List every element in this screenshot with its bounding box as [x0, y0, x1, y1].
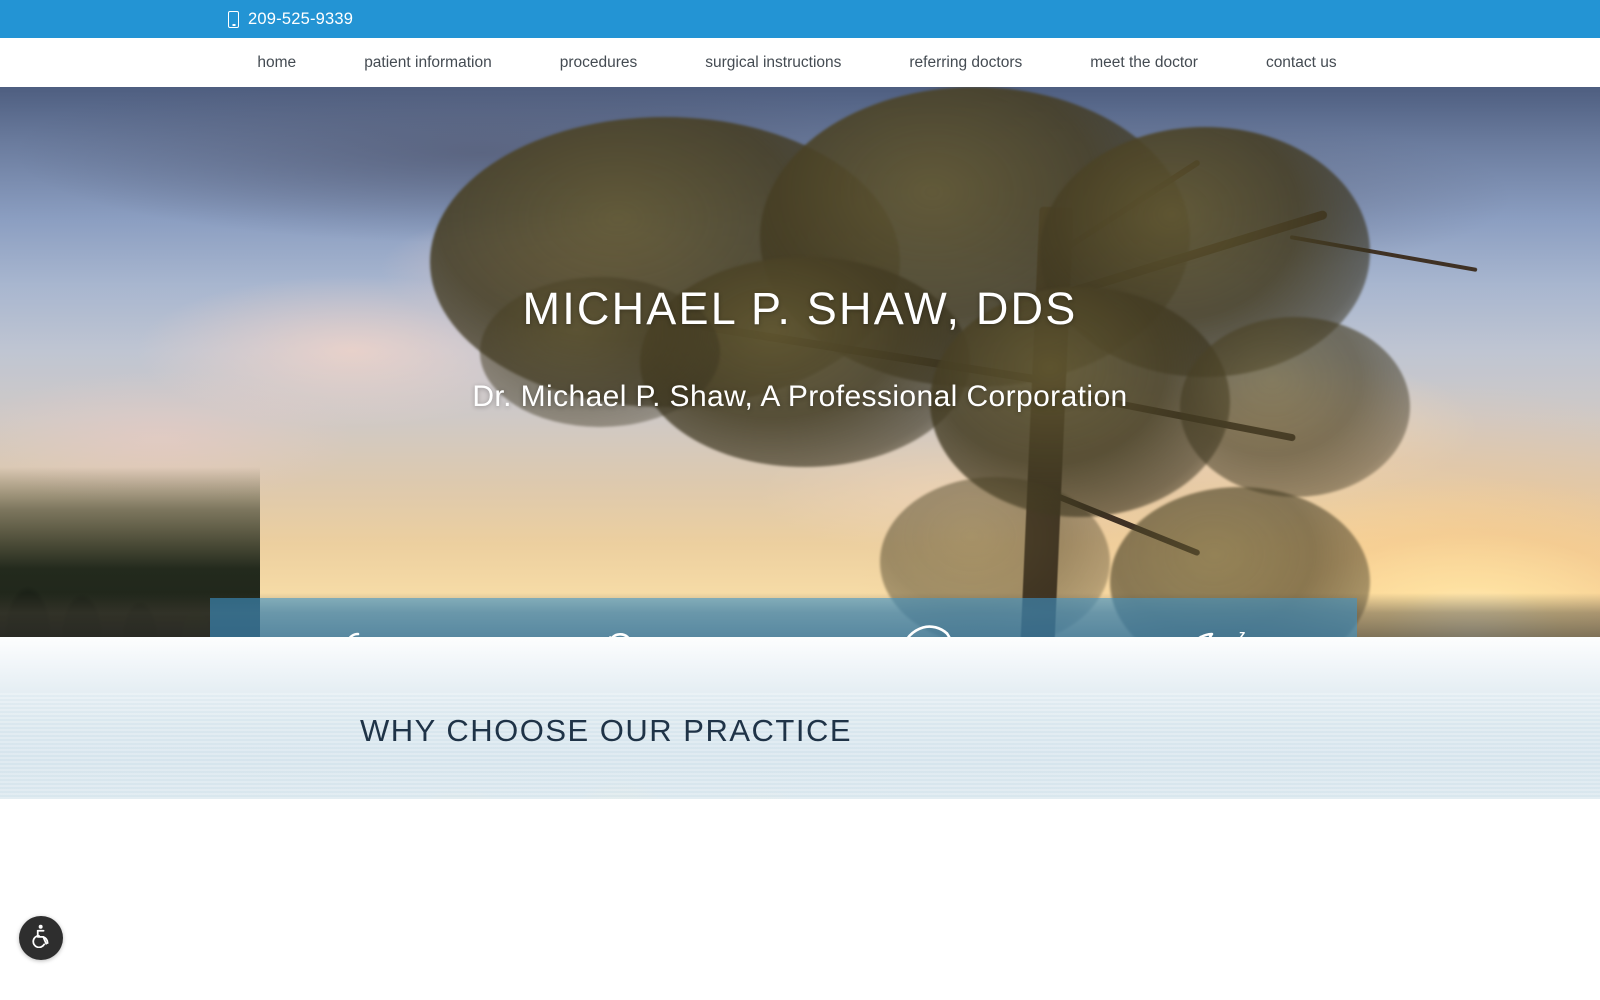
hero-banner: MICHAEL P. SHAW, DDS Dr. Michael P. Shaw… — [0, 87, 1600, 637]
main-navigation: home patient information procedures surg… — [0, 38, 1600, 87]
top-contact-bar: 209-525-9339 — [0, 0, 1600, 38]
svg-text:z: z — [1239, 627, 1246, 637]
card-icon-area — [210, 598, 497, 637]
section-title: WHY CHOOSE OUR PRACTICE — [359, 713, 853, 748]
nav-item-surgical-instructions[interactable]: surgical instructions — [671, 54, 875, 72]
service-card-dental-implants[interactable]: DENTAL IMPLANTS A natural tooth consists… — [210, 598, 497, 637]
wheelchair-accessibility-icon — [29, 923, 54, 953]
accessibility-button[interactable] — [19, 916, 63, 960]
mobile-phone-icon — [228, 10, 239, 28]
service-card-anesthesia[interactable]: z z z ANESTHESIA Several methods of anes… — [1070, 598, 1357, 637]
nav-item-contact-us[interactable]: contact us — [1232, 54, 1371, 72]
phone-number-link[interactable]: 209-525-9339 — [248, 10, 353, 29]
nav-item-patient-information[interactable]: patient information — [330, 54, 526, 72]
dental-implant-icon — [314, 622, 392, 637]
service-card-bone-grafting[interactable]: BONE GRAFTING Missing teeth over a perio… — [783, 598, 1071, 637]
svg-text:z: z — [1229, 635, 1237, 637]
service-card-wisdom-teeth-removal[interactable]: WISDOM TEETH REMOVAL With an oral examin… — [496, 598, 784, 637]
wisdom-tooth-icon — [599, 626, 681, 637]
nav-list: home patient information procedures surg… — [229, 54, 1370, 72]
card-icon-area — [496, 598, 784, 637]
nav-item-procedures[interactable]: procedures — [526, 54, 672, 72]
nav-item-meet-the-doctor[interactable]: meet the doctor — [1056, 54, 1232, 72]
nav-item-home[interactable]: home — [229, 54, 330, 72]
service-cards: DENTAL IMPLANTS A natural tooth consists… — [210, 598, 1357, 637]
why-choose-section: WHY CHOOSE OUR PRACTICE — [0, 637, 1600, 799]
card-icon-area — [783, 598, 1071, 637]
moon-sleep-icon: z z z — [1171, 623, 1257, 637]
nav-item-referring-doctors[interactable]: referring doctors — [875, 54, 1056, 72]
card-icon-area: z z z — [1070, 598, 1357, 637]
head-profile-jaw-icon — [890, 621, 964, 637]
